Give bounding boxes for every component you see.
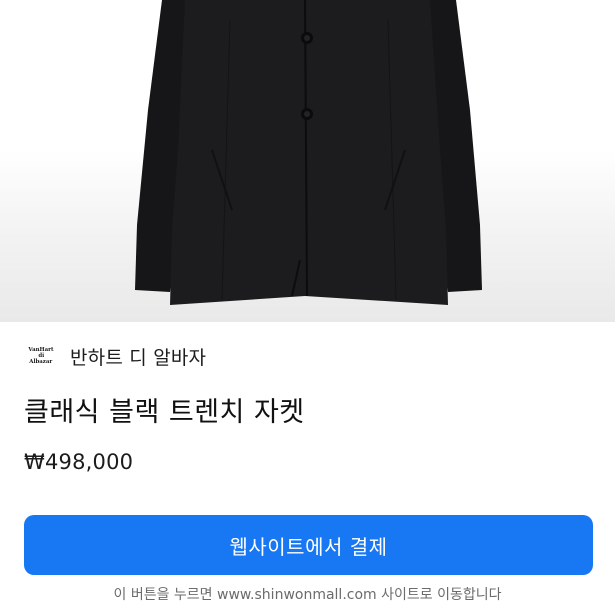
coat-illustration [135, 0, 482, 305]
redirect-notice: 이 버튼을 누르면 www.shinwonmall.com 사이트로 이동합니다 [113, 587, 502, 603]
brand-logo-line: Albazar [29, 358, 53, 365]
checkout-on-website-button[interactable]: 웹사이트에서 결제 [24, 515, 593, 575]
brand-logo: VanHart di Albazar [24, 343, 58, 369]
brand-name: 반하트 디 알바자 [70, 346, 207, 369]
brand-row[interactable]: VanHart di Albazar 반하트 디 알바자 [24, 341, 206, 371]
product-title: 클래식 블랙 트렌치 자켓 [24, 397, 305, 428]
product-screen: VanHart di Albazar 반하트 디 알바자 클래식 블랙 트렌치 … [0, 0, 615, 615]
product-image[interactable] [0, 0, 615, 322]
product-price: ₩498,000 [24, 450, 134, 474]
